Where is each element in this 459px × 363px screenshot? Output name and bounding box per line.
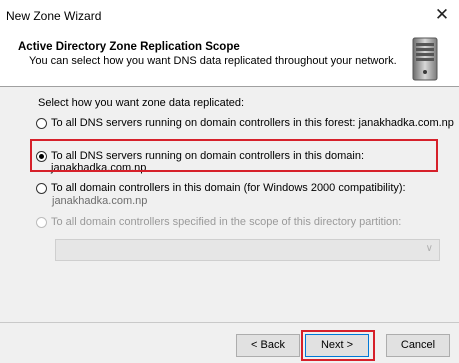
partition-dropdown: ∨ (55, 239, 440, 261)
option-win2000-label: To all domain controllers in this domain… (51, 182, 406, 194)
window-title: New Zone Wizard (6, 9, 102, 23)
chevron-down-icon: ∨ (425, 243, 433, 254)
replication-prompt: Select how you want zone data replicated… (38, 97, 245, 109)
option-forest-label: To all DNS servers running on domain con… (51, 117, 454, 129)
option-forest[interactable]: To all DNS servers running on domain con… (36, 117, 454, 129)
radio-win2000[interactable] (36, 183, 47, 194)
radio-forest[interactable] (36, 118, 47, 129)
option-win2000-domain: janakhadka.com.np (52, 195, 148, 207)
server-icon (412, 37, 438, 81)
radio-partition (36, 217, 47, 228)
highlight-box-domain (30, 139, 438, 172)
back-button[interactable]: < Back (236, 334, 300, 357)
title-bar: New Zone Wizard ✕ (0, 0, 459, 31)
page-title: Active Directory Zone Replication Scope (18, 41, 240, 53)
wizard-header: Active Directory Zone Replication Scope … (0, 31, 459, 87)
highlight-box-next (301, 330, 375, 361)
option-partition-label: To all domain controllers specified in t… (51, 216, 402, 228)
option-win2000[interactable]: To all domain controllers in this domain… (36, 182, 406, 194)
page-subtitle: You can select how you want DNS data rep… (29, 55, 397, 67)
cancel-button[interactable]: Cancel (386, 334, 450, 357)
close-icon[interactable]: ✕ (431, 4, 453, 26)
option-partition: To all domain controllers specified in t… (36, 216, 401, 228)
footer-divider (0, 322, 459, 323)
